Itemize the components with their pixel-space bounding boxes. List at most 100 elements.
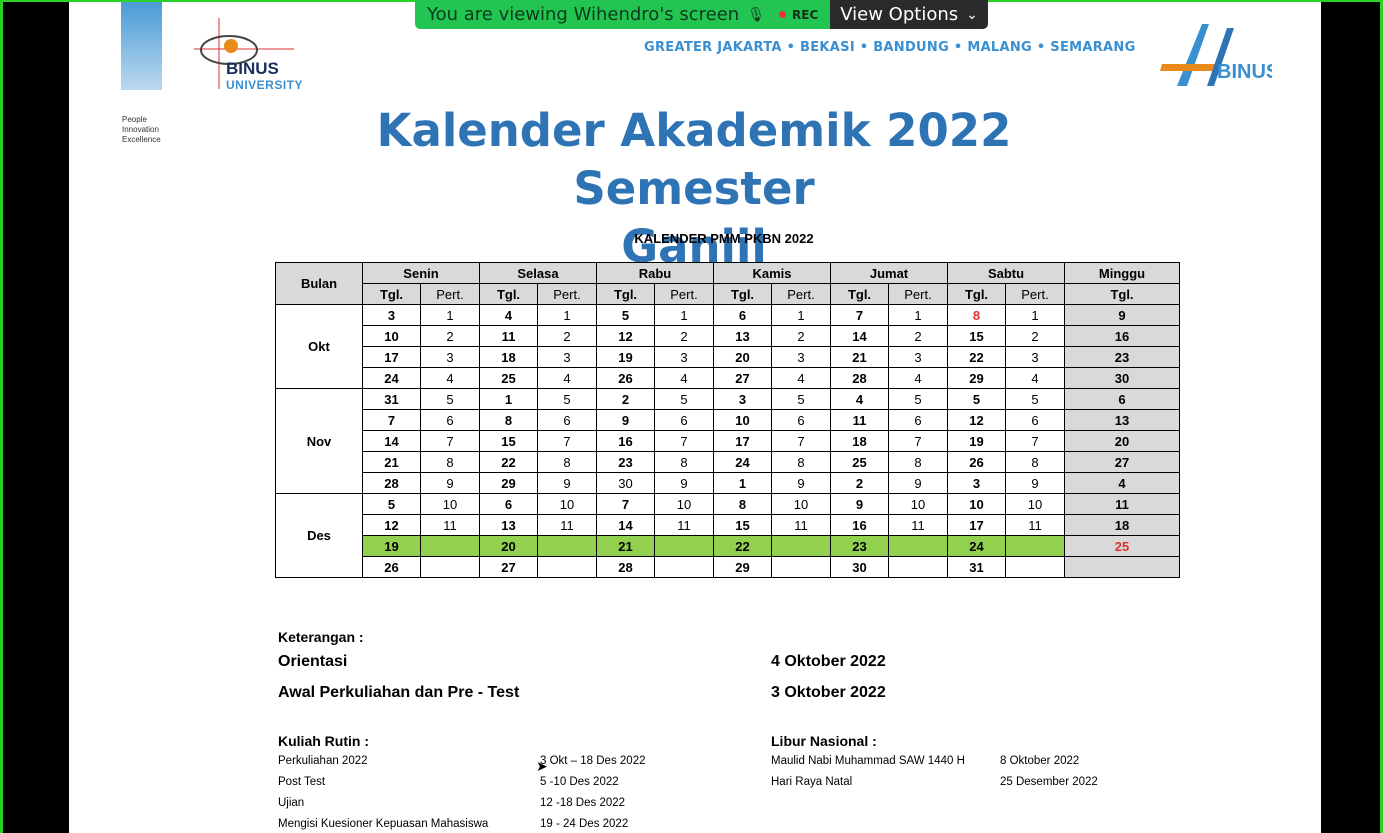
meeting-cell: 8 — [654, 451, 714, 473]
rutin-label: Post Test — [278, 776, 326, 788]
meeting-cell: 9 — [888, 472, 948, 494]
sub-header-pert: Pert. — [1005, 283, 1065, 305]
date-cell: 10 — [713, 409, 772, 431]
meeting-cell: 3 — [654, 346, 714, 368]
date-cell: 3 — [362, 304, 421, 326]
meeting-cell: 6 — [1005, 409, 1065, 431]
date-cell: 30 — [596, 472, 655, 494]
binus-side-bar — [121, 2, 162, 90]
sunday-date-cell: 18 — [1064, 514, 1180, 536]
meeting-cell: 1 — [888, 304, 948, 326]
date-cell: 25 — [830, 451, 889, 473]
date-cell: 19 — [947, 430, 1006, 452]
date-cell: 7 — [596, 493, 655, 515]
date-cell: 24 — [362, 367, 421, 389]
sub-header-pert: Pert. — [888, 283, 948, 305]
view-options-label: View Options — [840, 4, 959, 25]
tagline-line: Excellence — [122, 135, 161, 144]
date-cell: 29 — [479, 472, 538, 494]
sunday-date-cell: 11 — [1064, 493, 1180, 515]
date-cell: 4 — [830, 388, 889, 410]
keterangan-heading: Keterangan : — [278, 629, 364, 645]
day-header: Sabtu — [947, 262, 1065, 284]
date-cell: 26 — [362, 556, 421, 578]
date-cell: 9 — [830, 493, 889, 515]
meeting-cell — [537, 556, 597, 578]
meeting-cell: 4 — [654, 367, 714, 389]
meeting-cell: 11 — [654, 514, 714, 536]
meeting-cell: 1 — [537, 304, 597, 326]
date-cell: 24 — [713, 451, 772, 473]
meeting-cell: 8 — [1005, 451, 1065, 473]
page-title: Kalender Akademik 2022 Semester Ganjil — [249, 102, 1139, 276]
meeting-cell: 1 — [1005, 304, 1065, 326]
date-cell: 15 — [713, 514, 772, 536]
sub-header-tgl: Tgl. — [596, 283, 655, 305]
date-cell: 1 — [713, 472, 772, 494]
rec-label: REC — [792, 7, 819, 22]
meeting-cell: 4 — [771, 367, 831, 389]
date-cell: 10 — [947, 493, 1006, 515]
sunday-date-cell: 16 — [1064, 325, 1180, 347]
meeting-cell: 6 — [654, 409, 714, 431]
date-cell: 6 — [479, 493, 538, 515]
meeting-cell: 3 — [888, 346, 948, 368]
meeting-cell — [420, 556, 480, 578]
day-header: Minggu — [1064, 262, 1180, 284]
tagline-line: People — [122, 115, 147, 124]
logo-name: BINUS — [226, 59, 279, 78]
date-cell: 24 — [947, 535, 1006, 557]
calendar-row: 7 6 8 6 9 6 10 6 11 6 12 6 13 — [276, 409, 1180, 431]
calendar-row: 26 27 28 29 30 31 — [276, 556, 1180, 578]
date-cell: 5 — [947, 388, 1006, 410]
mouse-cursor-icon: ➤ — [536, 759, 548, 775]
meeting-cell: 11 — [888, 514, 948, 536]
date-cell: 14 — [362, 430, 421, 452]
date-cell: 28 — [362, 472, 421, 494]
calendar-table: Bulan Senin Selasa Rabu Kamis Jumat Sabt… — [275, 262, 1180, 578]
sub-header-pert: Pert. — [537, 283, 597, 305]
date-cell: 18 — [830, 430, 889, 452]
meeting-cell: 5 — [537, 388, 597, 410]
rutin-label: Perkuliahan 2022 — [278, 755, 368, 767]
date-cell: 20 — [479, 535, 538, 557]
libur-date: 25 Desember 2022 — [1000, 776, 1098, 788]
date-cell: 13 — [713, 325, 772, 347]
sunday-date-cell: 20 — [1064, 430, 1180, 452]
screen-share-border-left — [0, 0, 3, 833]
anniversary-brand: BINUS — [1217, 61, 1272, 83]
col-bulan: Bulan — [275, 262, 363, 305]
meeting-cell — [1005, 535, 1065, 557]
meeting-cell — [420, 535, 480, 557]
date-cell: 22 — [947, 346, 1006, 368]
sunday-date-cell: 13 — [1064, 409, 1180, 431]
meeting-cell: 2 — [420, 325, 480, 347]
date-cell: 17 — [362, 346, 421, 368]
rutin-label: Mengisi Kuesioner Kepuasan Mahasiswa — [278, 818, 489, 830]
date-cell: 27 — [479, 556, 538, 578]
date-cell: 27 — [713, 367, 772, 389]
day-header: Rabu — [596, 262, 714, 284]
sunday-date-cell: 6 — [1064, 388, 1180, 410]
meeting-cell: 10 — [537, 493, 597, 515]
date-cell: 11 — [479, 325, 538, 347]
calendar-row: Des 5 10 6 10 7 10 8 10 9 10 10 10 11 — [275, 493, 1180, 578]
meeting-cell: 2 — [888, 325, 948, 347]
date-cell: 3 — [713, 388, 772, 410]
meeting-cell: 4 — [1005, 367, 1065, 389]
meeting-cell: 4 — [420, 367, 480, 389]
view-options-button[interactable]: View Options ⌄ — [830, 0, 988, 29]
date-cell: 21 — [830, 346, 889, 368]
day-header: Jumat — [830, 262, 948, 284]
meeting-cell: 7 — [771, 430, 831, 452]
mic-muted-icon: 🎙 — [747, 6, 765, 23]
meeting-cell: 10 — [888, 493, 948, 515]
meeting-cell: 11 — [1005, 514, 1065, 536]
meeting-cell: 11 — [537, 514, 597, 536]
rutin-date: 5 -10 Des 2022 — [540, 776, 619, 788]
shared-slide: People Innovation Excellence BINUS UNIVE… — [69, 2, 1321, 833]
date-cell: 16 — [830, 514, 889, 536]
date-cell: 31 — [362, 388, 421, 410]
meeting-cell: 10 — [420, 493, 480, 515]
meeting-cell: 9 — [420, 472, 480, 494]
